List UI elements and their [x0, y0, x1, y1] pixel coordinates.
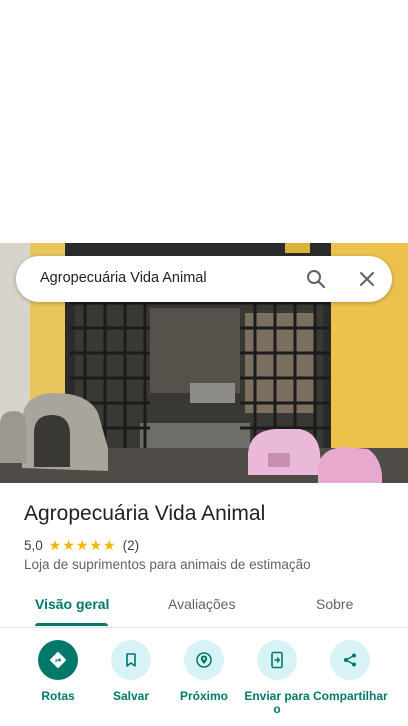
star-icon: ★	[62, 537, 75, 553]
active-tab-indicator	[35, 623, 108, 626]
review-count[interactable]: (2)	[123, 538, 140, 553]
share-label: Compartilhar	[313, 689, 388, 703]
send-to-phone-icon	[257, 640, 297, 680]
nearby-button[interactable]: Próximo	[164, 640, 244, 703]
tab-bar: Visão geral Avaliações Sobre	[0, 585, 408, 628]
directions-label: Rotas	[41, 689, 75, 703]
place-title: Agropecuária Vida Animal	[24, 502, 266, 525]
tab-reviews[interactable]: Avaliações	[168, 596, 235, 612]
star-icon: ★	[103, 537, 116, 553]
rating-row[interactable]: 5,0 ★ ★ ★ ★ ★ (2)	[24, 537, 139, 553]
search-input[interactable]: Agropecuária Vida Animal	[40, 270, 207, 286]
star-rating: ★ ★ ★ ★ ★	[49, 538, 117, 552]
search-bar[interactable]: Agropecuária Vida Animal	[16, 256, 392, 302]
rating-value: 5,0	[24, 537, 43, 553]
bookmark-icon	[111, 640, 151, 680]
directions-button[interactable]: Rotas	[18, 640, 98, 703]
share-icon	[330, 640, 370, 680]
send-to-phone-button[interactable]: Enviar para o	[237, 640, 317, 716]
directions-icon	[38, 640, 78, 680]
tab-about[interactable]: Sobre	[316, 596, 353, 612]
tab-overview[interactable]: Visão geral	[35, 596, 109, 612]
action-bar: Rotas Salvar Próximo Enviar para o Compa…	[0, 640, 408, 726]
close-icon[interactable]	[353, 265, 381, 293]
star-icon: ★	[75, 537, 89, 553]
place-category[interactable]: Loja de suprimentos para animais de esti…	[24, 557, 311, 572]
save-button[interactable]: Salvar	[91, 640, 171, 703]
nearby-label: Próximo	[179, 689, 228, 703]
search-icon[interactable]	[302, 265, 330, 293]
map-blank-area	[0, 0, 408, 243]
nearby-icon	[184, 640, 224, 680]
share-button[interactable]: Compartilhar	[310, 640, 390, 703]
save-label: Salvar	[112, 689, 150, 703]
star-icon: ★	[89, 537, 103, 553]
star-icon: ★	[48, 537, 62, 553]
send-to-phone-label: Enviar para o	[244, 689, 310, 716]
